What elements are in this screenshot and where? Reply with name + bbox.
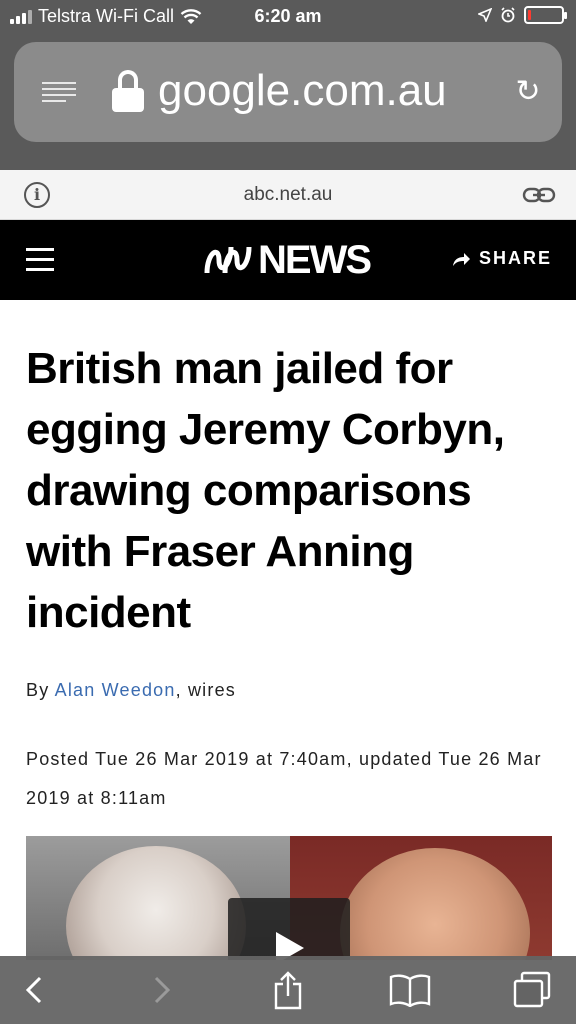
hero-video[interactable] (26, 836, 552, 960)
site-info-bar: i abc.net.au (0, 170, 576, 220)
author-link[interactable]: Alan Weedon (55, 680, 176, 700)
bookmarks-icon (389, 974, 431, 1007)
forward-icon (154, 976, 171, 1004)
battery-fill (528, 10, 531, 20)
article-headline: British man jailed for egging Jeremy Cor… (26, 344, 505, 637)
reader-icon[interactable] (42, 82, 76, 104)
address-bar[interactable]: google.com.au ↻ (14, 42, 562, 142)
tabs-button[interactable] (508, 966, 556, 1014)
posted-date: Posted Tue 26 Mar 2019 at 7:40am, update… (26, 749, 542, 808)
byline-prefix: By (26, 680, 50, 700)
address-text[interactable]: google.com.au (158, 66, 447, 116)
lock-icon (112, 70, 144, 112)
status-right (478, 6, 567, 24)
logo-text: NEWS (258, 237, 372, 282)
battery-icon (524, 6, 567, 24)
byline: By Alan Weedon, wires (26, 680, 236, 701)
reload-icon[interactable]: ↻ (510, 74, 546, 110)
share-icon (274, 971, 302, 1010)
bookmarks-button[interactable] (386, 966, 434, 1014)
menu-icon[interactable] (26, 248, 54, 271)
share-button[interactable]: SHARE (451, 248, 552, 269)
browser-chrome: Telstra Wi-Fi Call 6:20 am google.com.au… (0, 0, 576, 170)
portrait-right (340, 848, 530, 960)
back-icon (25, 976, 42, 1004)
link-icon[interactable] (522, 185, 556, 205)
status-bar: Telstra Wi-Fi Call 6:20 am (0, 0, 576, 34)
share-sheet-button[interactable] (264, 966, 312, 1014)
location-icon (478, 8, 492, 22)
abc-logo-icon (204, 246, 252, 274)
abc-news-logo[interactable]: NEWS (204, 237, 372, 282)
share-arrow-icon (452, 252, 470, 266)
abc-news-header: NEWS SHARE (0, 220, 576, 300)
site-domain: abc.net.au (243, 184, 333, 205)
back-button[interactable] (10, 966, 58, 1014)
forward-button[interactable] (138, 966, 186, 1014)
alarm-icon (501, 7, 515, 23)
portrait-left (66, 846, 246, 960)
byline-suffix: , wires (175, 680, 236, 700)
browser-toolbar (0, 956, 576, 1024)
tabs-icon (513, 971, 551, 1008)
share-label: SHARE (478, 248, 552, 268)
play-button[interactable] (228, 898, 350, 960)
